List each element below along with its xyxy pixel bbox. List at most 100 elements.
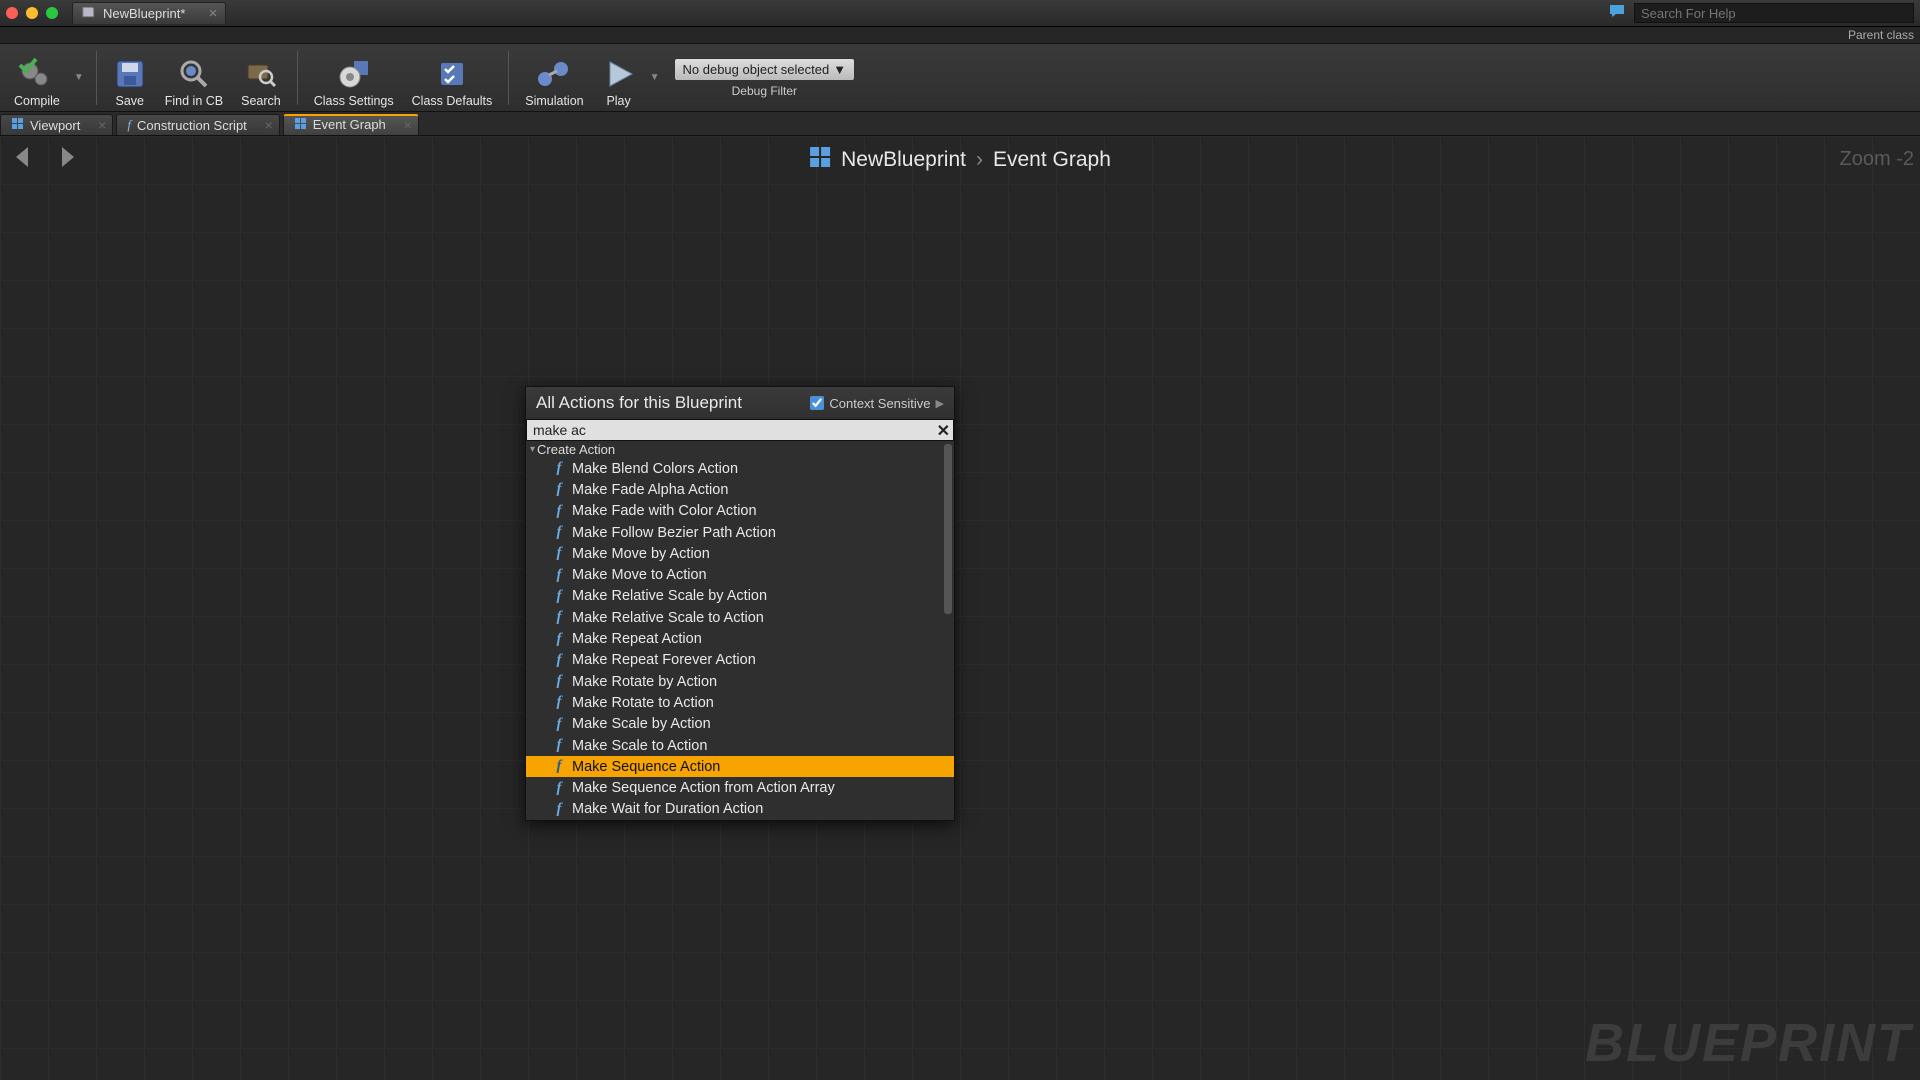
action-item[interactable]: fMake Scale to Action <box>526 735 954 756</box>
action-item[interactable]: fMake Relative Scale by Action <box>526 586 954 607</box>
graph-icon <box>809 146 831 174</box>
close-tab-icon[interactable]: × <box>98 117 106 133</box>
scrollbar[interactable] <box>944 444 952 614</box>
action-category[interactable]: Create Action <box>526 441 954 458</box>
compile-button[interactable]: Compile <box>6 48 68 108</box>
function-icon: f <box>552 481 566 498</box>
save-icon <box>113 56 147 92</box>
category-label: Create Action <box>537 442 615 457</box>
viewport-icon <box>11 117 24 133</box>
debug-selected-label: No debug object selected <box>683 62 830 77</box>
function-icon: f <box>552 780 566 797</box>
action-item[interactable]: f Make Move to Action <box>526 564 954 585</box>
action-item-label: Make Wait for Duration Action <box>572 801 763 817</box>
action-item-label: Make Rotate by Action <box>572 674 717 690</box>
tab-viewport-label: Viewport <box>30 118 80 133</box>
action-item[interactable]: fMake Sequence Action <box>526 756 954 777</box>
search-help-input[interactable] <box>1634 3 1914 23</box>
function-icon: f <box>552 567 566 584</box>
toolbar-separator <box>96 51 97 105</box>
class-settings-button[interactable]: Class Settings <box>306 48 402 108</box>
compile-dropdown[interactable]: ▼ <box>70 72 88 83</box>
graph-icon <box>294 117 307 133</box>
toolbar-separator <box>508 51 509 105</box>
function-icon: f <box>552 460 566 477</box>
simulation-button[interactable]: Simulation <box>517 48 591 108</box>
action-item[interactable]: fMake Rotate to Action <box>526 692 954 713</box>
simulation-label: Simulation <box>525 94 583 108</box>
chevron-right-icon: ▶ <box>936 397 944 410</box>
action-item-label: Make Repeat Forever Action <box>572 652 756 668</box>
action-item-label: Make Sequence Action <box>572 759 720 775</box>
action-item[interactable]: fMake Blend Colors Action <box>526 458 954 479</box>
document-tab[interactable]: NewBlueprint* × <box>72 2 226 24</box>
function-icon: f <box>552 524 566 541</box>
event-graph-canvas[interactable]: NewBlueprint › Event Graph Zoom -2 BLUEP… <box>0 136 1920 1080</box>
class-settings-label: Class Settings <box>314 94 394 108</box>
minimize-window-button[interactable] <box>26 7 38 19</box>
tab-event-graph[interactable]: Event Graph × <box>283 114 419 135</box>
find-in-cb-button[interactable]: Find in CB <box>157 48 231 108</box>
action-item[interactable]: fMake Rotate by Action <box>526 671 954 692</box>
gear-icon <box>336 56 372 92</box>
play-icon <box>602 56 636 92</box>
action-list: fMake Blend Colors ActionfMake Fade Alph… <box>526 458 954 820</box>
play-button[interactable]: Play <box>594 48 644 108</box>
action-item-label: Make Fade Alpha Action <box>572 482 728 498</box>
action-item-label: Make Rotate to Action <box>572 695 714 711</box>
action-item-label: Make Move by Action <box>572 546 710 562</box>
class-defaults-button[interactable]: Class Defaults <box>404 48 501 108</box>
debug-object-dropdown[interactable]: No debug object selected ▼ <box>674 58 856 81</box>
chat-icon[interactable] <box>1608 2 1626 25</box>
clear-search-icon[interactable]: ✕ <box>937 421 950 441</box>
context-sensitive-toggle[interactable]: Context Sensitive ▶ <box>810 396 944 411</box>
function-icon: f <box>552 801 566 818</box>
search-icon <box>244 56 278 92</box>
tab-construction-script[interactable]: f Construction Script × <box>116 114 279 135</box>
tab-viewport[interactable]: Viewport × <box>0 114 113 135</box>
function-icon: f <box>552 737 566 754</box>
action-item-label: Make Relative Scale by Action <box>572 588 767 604</box>
action-item[interactable]: fMake Repeat Forever Action <box>526 650 954 671</box>
context-search-input[interactable] <box>526 419 954 441</box>
context-sensitive-checkbox[interactable] <box>810 396 824 410</box>
compile-label: Compile <box>14 94 60 108</box>
action-item[interactable]: f Make Sequence Action from Action Array <box>526 777 954 798</box>
play-dropdown[interactable]: ▼ <box>646 72 664 83</box>
action-item-label: Make Fade with Color Action <box>572 503 757 519</box>
save-button[interactable]: Save <box>105 48 155 108</box>
context-sensitive-label: Context Sensitive <box>829 396 930 411</box>
breadcrumb-root[interactable]: NewBlueprint <box>841 148 966 172</box>
document-name: NewBlueprint* <box>103 6 185 21</box>
action-item[interactable]: f Make Wait for Duration Action <box>526 799 954 820</box>
close-window-button[interactable] <box>6 7 18 19</box>
action-item[interactable]: fMake Scale by Action <box>526 714 954 735</box>
close-tab-icon[interactable]: × <box>265 117 273 133</box>
action-item[interactable]: fMake Move by Action <box>526 543 954 564</box>
close-tab-icon[interactable]: × <box>404 117 412 133</box>
parent-class-label: Parent class <box>0 27 1920 44</box>
nav-back-button[interactable] <box>10 144 36 175</box>
action-item-label: Make Repeat Action <box>572 631 702 647</box>
action-item-label: Make Sequence Action from Action Array <box>572 780 835 796</box>
simulation-icon <box>535 56 573 92</box>
breadcrumb-leaf[interactable]: Event Graph <box>993 148 1111 172</box>
save-label: Save <box>116 94 145 108</box>
maximize-window-button[interactable] <box>46 7 58 19</box>
action-item[interactable]: fMake Follow Bezier Path Action <box>526 522 954 543</box>
action-item-label: Make Relative Scale to Action <box>572 610 764 626</box>
function-icon: f <box>552 716 566 733</box>
breadcrumb-separator-icon: › <box>976 148 983 172</box>
close-tab-icon[interactable]: × <box>209 5 218 22</box>
search-button[interactable]: Search <box>233 48 289 108</box>
action-item[interactable]: fMake Relative Scale to Action <box>526 607 954 628</box>
tab-event-graph-label: Event Graph <box>313 117 386 132</box>
nav-forward-button[interactable] <box>54 144 80 175</box>
action-item[interactable]: f Make Fade Alpha Action <box>526 479 954 500</box>
breadcrumb: NewBlueprint › Event Graph <box>809 146 1111 174</box>
action-item[interactable]: fMake Fade with Color Action <box>526 501 954 522</box>
main-toolbar: Compile ▼ Save Find in CB Search Class S… <box>0 44 1920 112</box>
context-menu-title: All Actions for this Blueprint <box>536 393 742 413</box>
action-item[interactable]: fMake Repeat Action <box>526 628 954 649</box>
action-item-label: Make Move to Action <box>572 567 707 583</box>
